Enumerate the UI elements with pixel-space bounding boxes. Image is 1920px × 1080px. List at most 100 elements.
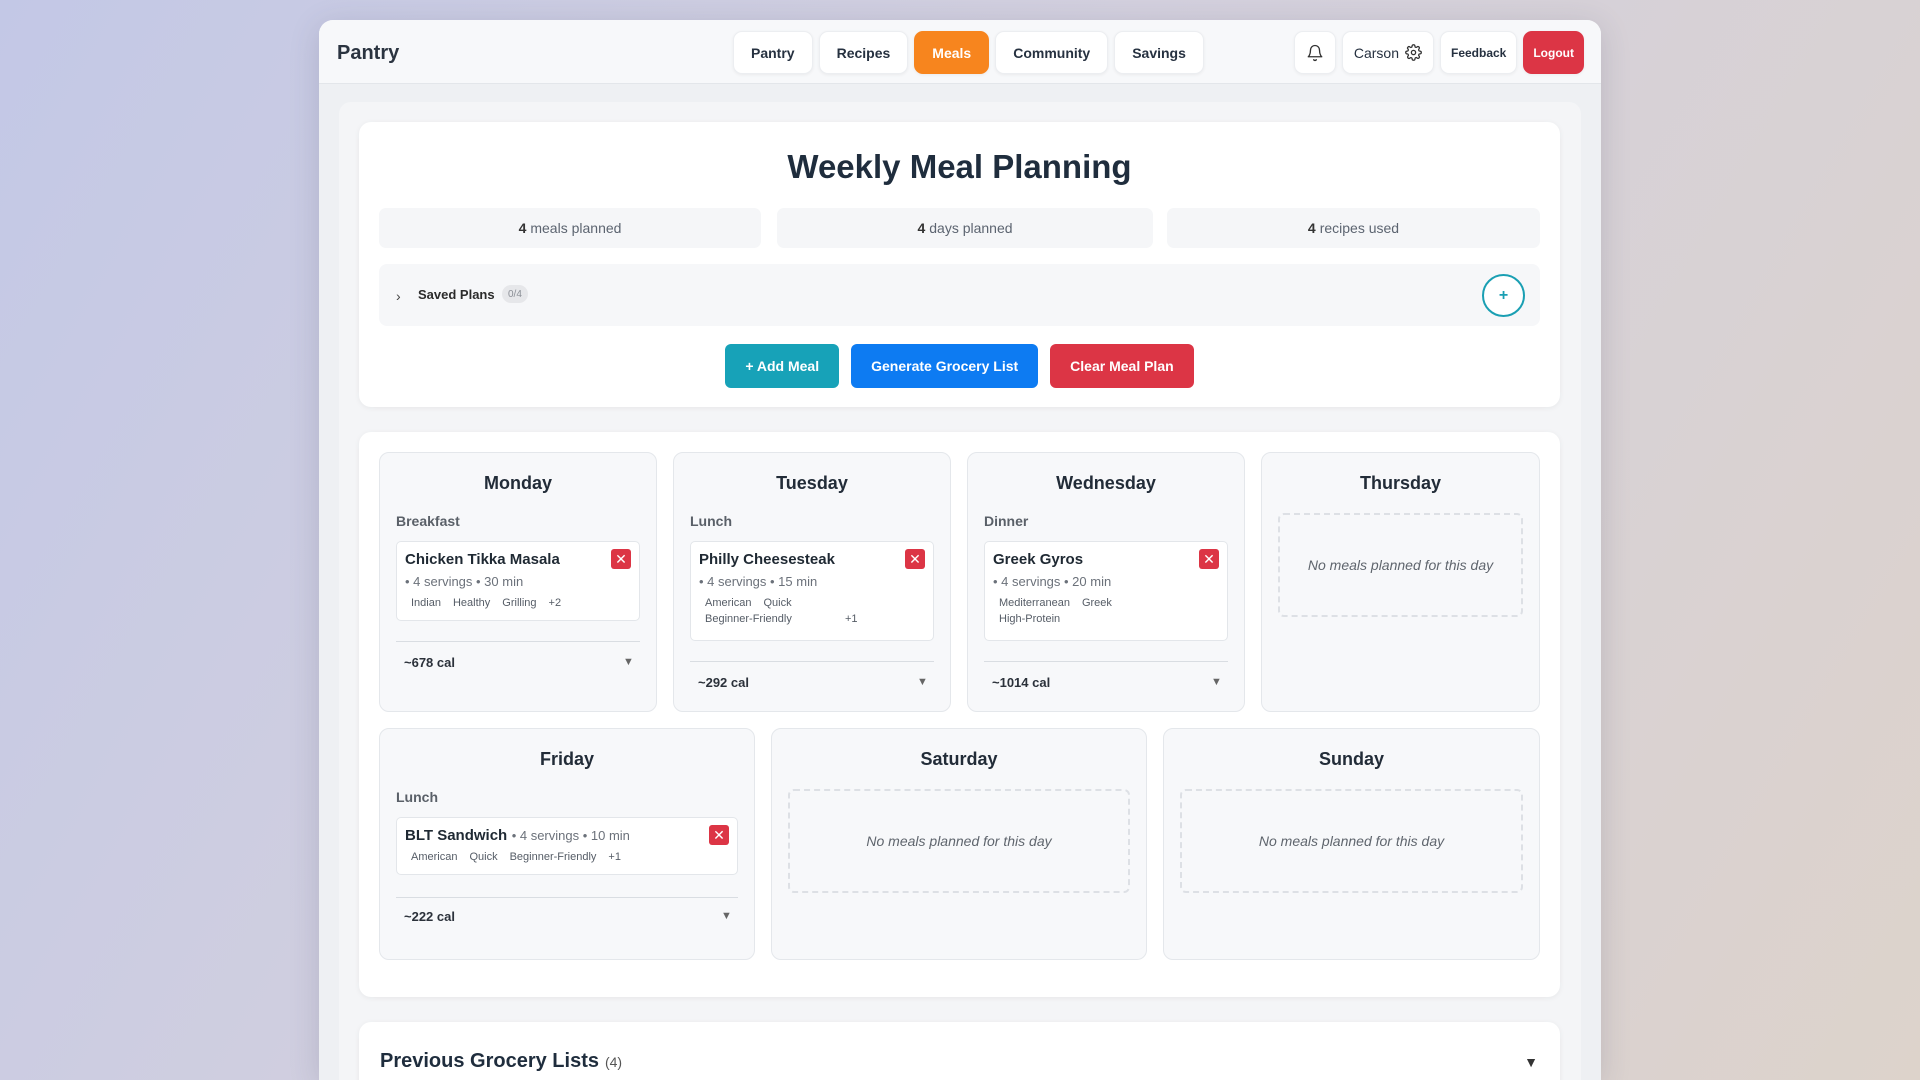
stat-label: meals planned (530, 220, 622, 236)
expand-previous-lists-button[interactable]: ▼ (1524, 1054, 1538, 1070)
plus-icon: + (1498, 286, 1509, 304)
day-card-tuesday: Tuesday Lunch Philly Cheesesteak • 4 ser… (673, 452, 951, 712)
meal-item[interactable]: BLT Sandwich • 4 servings • 10 min Ameri… (396, 817, 738, 875)
stat-count: 4 (518, 220, 527, 236)
meal-meta: • 4 servings • 15 min (699, 574, 818, 589)
meal-type-label: Dinner (984, 513, 1029, 529)
nav-recipes[interactable]: Recipes (818, 31, 909, 74)
day-card-friday: Friday Lunch BLT Sandwich • 4 servings •… (379, 728, 755, 960)
notifications-button[interactable] (1293, 31, 1336, 74)
meal-planning-header-card: Weekly Meal Planning 4 meals planned 4 d… (359, 122, 1560, 407)
day-card-sunday: Sunday No meals planned for this day (1163, 728, 1540, 960)
meal-meta: • 4 servings • 10 min (511, 828, 630, 843)
saved-plans-count-badge: 0/4 (502, 285, 528, 303)
stat-count: 4 (1307, 220, 1316, 236)
meal-headline: BLT Sandwich • 4 servings • 10 min (405, 827, 630, 845)
caret-down-icon: ▼ (1211, 676, 1222, 688)
stat-label: recipes used (1319, 220, 1400, 236)
meal-item[interactable]: Greek Gyros • 4 servings • 20 min Medite… (984, 541, 1228, 641)
previous-grocery-lists-card[interactable]: Previous Grocery Lists (4) ▼ (359, 1022, 1560, 1080)
add-meal-button[interactable]: + Add Meal (725, 344, 840, 388)
nav-savings[interactable]: Savings (1114, 31, 1204, 74)
empty-day-placeholder: No meals planned for this day (788, 789, 1130, 893)
app-window: Pantry Pantry Recipes Meals Community Sa… (319, 20, 1601, 1080)
meal-tag: Greek (1081, 597, 1112, 609)
calorie-summary: ~222 cal (404, 909, 455, 924)
meal-type-label: Lunch (396, 789, 438, 805)
meal-item[interactable]: Philly Cheesesteak • 4 servings • 15 min… (690, 541, 934, 641)
page-title: Weekly Meal Planning (787, 148, 1132, 185)
saved-plans-toggle[interactable]: › Saved Plans 0/4 + (379, 264, 1540, 326)
stat-meals-planned: 4 meals planned (379, 208, 761, 248)
logout-button[interactable]: Logout (1523, 31, 1584, 74)
meal-name: BLT Sandwich (405, 827, 508, 844)
meal-name: Chicken Tikka Masala (405, 551, 560, 568)
divider (984, 661, 1228, 662)
main-nav: Pantry Recipes Meals Community Savings (733, 31, 1204, 74)
expand-nutrition-button[interactable]: ▼ (721, 910, 732, 922)
remove-meal-button[interactable]: ✕ (611, 549, 631, 569)
nav-community[interactable]: Community (995, 31, 1109, 74)
calorie-summary: ~678 cal (404, 655, 455, 670)
add-saved-plan-button[interactable]: + (1482, 274, 1525, 317)
meal-tag: American (411, 851, 458, 863)
app-logo[interactable]: Pantry (337, 42, 399, 65)
meal-meta: • 4 servings • 30 min (405, 574, 524, 589)
caret-down-icon: ▼ (721, 910, 732, 922)
remove-meal-button[interactable]: ✕ (905, 549, 925, 569)
caret-down-icon: ▼ (623, 656, 634, 668)
nav-pantry[interactable]: Pantry (733, 31, 813, 74)
day-name: Friday (539, 749, 595, 769)
nav-meals[interactable]: Meals (914, 31, 990, 74)
day-card-thursday: Thursday No meals planned for this day (1261, 452, 1540, 712)
clear-meal-plan-button[interactable]: Clear Meal Plan (1050, 344, 1194, 388)
calorie-summary: ~292 cal (698, 675, 749, 690)
meal-tag: +2 (548, 597, 562, 609)
meal-tag: High-Protein (999, 613, 1061, 625)
day-card-monday: Monday Breakfast Chicken Tikka Masala • … (379, 452, 657, 712)
empty-day-placeholder: No meals planned for this day (1180, 789, 1523, 893)
meal-item[interactable]: Chicken Tikka Masala • 4 servings • 30 m… (396, 541, 640, 621)
main-content: Weekly Meal Planning 4 meals planned 4 d… (339, 102, 1581, 1080)
meal-tag: +1 (608, 851, 621, 863)
day-card-wednesday: Wednesday Dinner Greek Gyros • 4 serving… (967, 452, 1245, 712)
chevron-right-icon: › (396, 288, 401, 304)
day-name: Thursday (1359, 473, 1442, 493)
day-name: Monday (483, 473, 552, 493)
close-icon: ✕ (1203, 551, 1215, 567)
meal-tag: Grilling (502, 597, 537, 609)
expand-nutrition-button[interactable]: ▼ (623, 656, 634, 668)
stat-label: days planned (929, 220, 1013, 236)
generate-grocery-list-button[interactable]: Generate Grocery List (851, 344, 1039, 388)
user-settings-button[interactable]: Carson (1341, 31, 1434, 74)
meal-name: Greek Gyros (993, 551, 1084, 568)
remove-meal-button[interactable]: ✕ (1199, 549, 1219, 569)
expand-nutrition-button[interactable]: ▼ (1211, 676, 1222, 688)
section-title: Previous Grocery Lists (4) (380, 1050, 622, 1073)
empty-day-placeholder: No meals planned for this day (1278, 513, 1523, 617)
planner-actions: + Add Meal Generate Grocery List Clear M… (359, 344, 1560, 388)
saved-plans-label: Saved Plans (418, 287, 495, 302)
stat-count: 4 (917, 220, 926, 236)
header-tools: Carson Feedback Logout (1293, 31, 1584, 74)
previous-grocery-lists-title: Previous Grocery Lists (380, 1050, 599, 1072)
top-navigation-bar: Pantry Pantry Recipes Meals Community Sa… (319, 20, 1601, 84)
divider (396, 641, 640, 642)
meal-tag: Quick (763, 597, 792, 609)
meal-tag: Beginner-Friendly (705, 613, 792, 625)
divider (396, 897, 738, 898)
remove-meal-button[interactable]: ✕ (709, 825, 729, 845)
expand-nutrition-button[interactable]: ▼ (917, 676, 928, 688)
day-name: Wednesday (1056, 473, 1156, 493)
meal-meta: • 4 servings • 20 min (993, 574, 1112, 589)
meal-tag: Mediterranean (999, 597, 1070, 609)
meal-tags: Indian Healthy Grilling +2 (405, 597, 567, 609)
close-icon: ✕ (615, 551, 627, 567)
user-name: Carson (1353, 44, 1399, 61)
weekly-calendar-card: Monday Breakfast Chicken Tikka Masala • … (359, 432, 1560, 997)
close-icon: ✕ (909, 551, 921, 567)
meal-type-label: Lunch (690, 513, 732, 529)
feedback-button[interactable]: Feedback (1439, 31, 1518, 74)
meal-tag: Indian (411, 597, 441, 609)
meal-tags: American Quick Beginner-Friendly +1 (405, 851, 627, 863)
